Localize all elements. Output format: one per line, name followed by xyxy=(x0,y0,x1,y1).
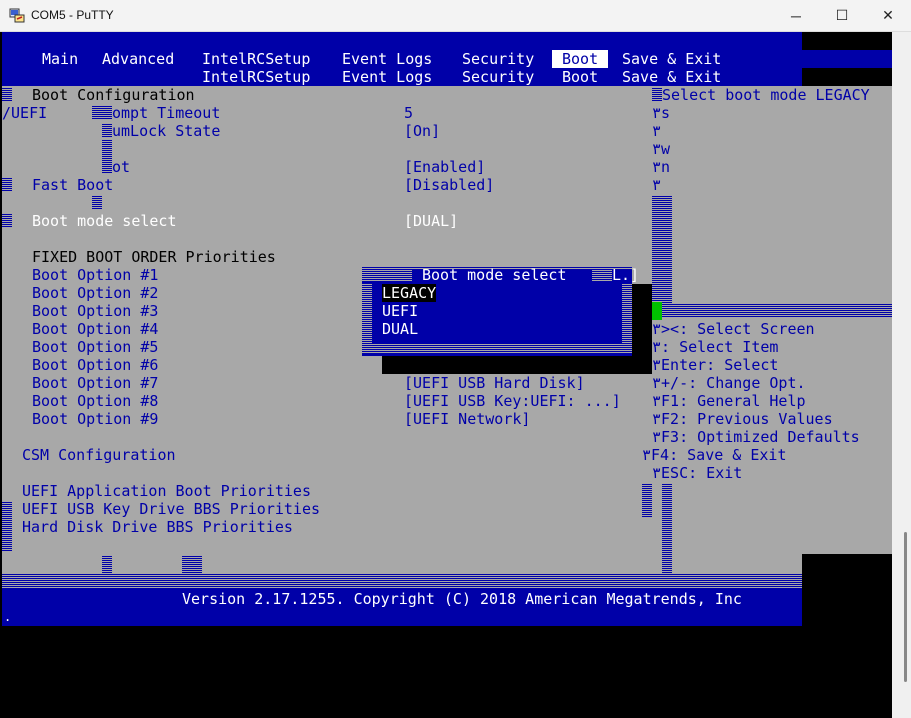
help-key-change-opt: ٣+/-: Change Opt. xyxy=(652,374,806,392)
hdd-bbs-priorities[interactable]: Hard Disk Drive BBS Priorities xyxy=(22,518,293,536)
help-key-f2: ٣F2: Previous Values xyxy=(652,410,833,428)
tab-save-exit-echo: Save & Exit xyxy=(622,68,722,86)
shade-block xyxy=(642,484,652,518)
boot-option-8[interactable]: Boot Option #8 xyxy=(32,392,158,410)
maximize-button[interactable]: ☐ xyxy=(819,0,865,31)
shade-block xyxy=(182,556,202,574)
shade-block xyxy=(662,484,672,574)
help-fragment: ٣s xyxy=(652,104,671,122)
tab-main[interactable]: Main xyxy=(42,50,78,68)
window-title: COM5 - PuTTY xyxy=(31,8,114,22)
close-button[interactable]: ✕ xyxy=(865,0,911,31)
help-key-f1: ٣F1: General Help xyxy=(652,392,806,410)
value-boot-option-9[interactable]: [UEFI Network] xyxy=(404,410,530,428)
help-fragment: ٣w xyxy=(652,140,671,158)
scrollbar-thumb[interactable] xyxy=(904,532,907,682)
terminal-prompt: . xyxy=(4,610,12,624)
csm-configuration[interactable]: CSM Configuration xyxy=(22,446,176,464)
vertical-scrollbar[interactable] xyxy=(892,32,911,718)
prompt-timeout-label[interactable]: ompt Timeout xyxy=(112,104,220,122)
ot-label[interactable]: ot xyxy=(112,158,130,176)
help-key-esc: ٣ESC: Exit xyxy=(652,464,743,482)
shade-block xyxy=(2,178,12,192)
tab-advanced[interactable]: Advanced xyxy=(102,50,174,68)
shade-block xyxy=(652,196,672,304)
popup-option-dual[interactable]: DUAL xyxy=(382,320,418,338)
tab-security[interactable]: Security xyxy=(462,50,534,68)
shade-block xyxy=(2,214,12,228)
minimize-button[interactable]: ─ xyxy=(773,0,819,31)
putty-window: COM5 - PuTTY ─ ☐ ✕ Main Advanced IntelRC… xyxy=(0,0,911,718)
value-fast-boot[interactable]: [Disabled] xyxy=(404,176,494,194)
value-boot-option-7[interactable]: [UEFI USB Hard Disk] xyxy=(404,374,585,392)
help-divider xyxy=(652,304,892,318)
uefi-fragment: /UEFI xyxy=(2,104,48,122)
tab-boot-echo: Boot xyxy=(562,68,599,86)
shade-block xyxy=(102,556,112,574)
value-ot[interactable]: [Enabled] xyxy=(404,158,485,176)
value-boot-option-8[interactable]: [UEFI USB Key:UEFI: ...] xyxy=(404,392,621,410)
uefi-usb-key-bbs-priorities[interactable]: UEFI USB Key Drive BBS Priorities xyxy=(22,500,320,518)
shade-block xyxy=(2,502,12,552)
tab-event-logs[interactable]: Event Logs xyxy=(342,50,432,68)
boot-option-6[interactable]: Boot Option #6 xyxy=(32,356,158,374)
boot-option-5[interactable]: Boot Option #5 xyxy=(32,338,158,356)
shade-block xyxy=(92,196,102,210)
putty-icon xyxy=(9,8,25,23)
bottom-shade-bar xyxy=(2,574,802,588)
boot-option-4[interactable]: Boot Option #4 xyxy=(32,320,158,338)
title-bar: COM5 - PuTTY ─ ☐ ✕ xyxy=(0,0,911,32)
popup-bracket-fragment: L.] xyxy=(612,266,640,284)
help-fragment: ٣ xyxy=(652,176,662,194)
terminal-cursor xyxy=(652,302,662,320)
section-boot-configuration: Boot Configuration xyxy=(32,86,195,104)
help-key-enter: ٣Enter: Select xyxy=(652,356,779,374)
shade-block xyxy=(102,124,112,138)
tab-security-echo: Security xyxy=(462,68,535,86)
terminal-area[interactable]: Main Advanced IntelRCSetup Event Logs Se… xyxy=(2,32,892,718)
fast-boot-label[interactable]: Fast Boot xyxy=(32,176,113,194)
shade-block xyxy=(92,106,112,120)
help-key-select-item: ٣: Select Item xyxy=(652,338,779,356)
fixed-boot-order-header: FIXED BOOT ORDER Priorities xyxy=(32,248,276,266)
shade-block xyxy=(2,88,12,102)
boot-option-7[interactable]: Boot Option #7 xyxy=(32,374,158,392)
boot-option-9[interactable]: Boot Option #9 xyxy=(32,410,158,428)
tab-save-exit[interactable]: Save & Exit xyxy=(622,50,721,68)
boot-option-1[interactable]: Boot Option #1 xyxy=(32,266,158,284)
help-key-select-screen: ٣><: Select Screen xyxy=(652,320,815,338)
help-fragment: ٣ xyxy=(652,122,662,140)
popup-title: Boot mode select xyxy=(422,266,567,284)
popup-option-legacy[interactable]: LEGACY xyxy=(382,284,437,302)
value-numlock[interactable]: [On] xyxy=(404,122,440,140)
help-fragment: ٣n xyxy=(652,158,671,176)
tab-intelrcsetup-echo: IntelRCSetup xyxy=(202,68,311,86)
boot-mode-select-label[interactable]: Boot mode select xyxy=(32,212,177,230)
tab-event-logs-echo: Event Logs xyxy=(342,68,433,86)
numlock-label[interactable]: umLock State xyxy=(112,122,220,140)
popup-option-uefi[interactable]: UEFI xyxy=(382,302,418,320)
tab-intelrcsetup[interactable]: IntelRCSetup xyxy=(202,50,310,68)
help-top-text: Select boot mode LEGACY xyxy=(662,86,870,104)
version-text: Version 2.17.1255. Copyright (C) 2018 Am… xyxy=(182,590,742,608)
help-key-f3: ٣F3: Optimized Defaults xyxy=(652,428,860,446)
boot-option-3[interactable]: Boot Option #3 xyxy=(32,302,158,320)
shade-block xyxy=(102,160,112,174)
shade-block xyxy=(652,88,662,102)
boot-option-2[interactable]: Boot Option #2 xyxy=(32,284,158,302)
tab-boot[interactable]: Boot xyxy=(552,50,609,68)
uefi-app-boot-priorities[interactable]: UEFI Application Boot Priorities xyxy=(22,482,311,500)
help-key-f4: ٣F4: Save & Exit xyxy=(642,446,787,464)
value-timeout[interactable]: 5 xyxy=(404,104,413,122)
value-boot-mode[interactable]: [DUAL] xyxy=(404,212,458,230)
